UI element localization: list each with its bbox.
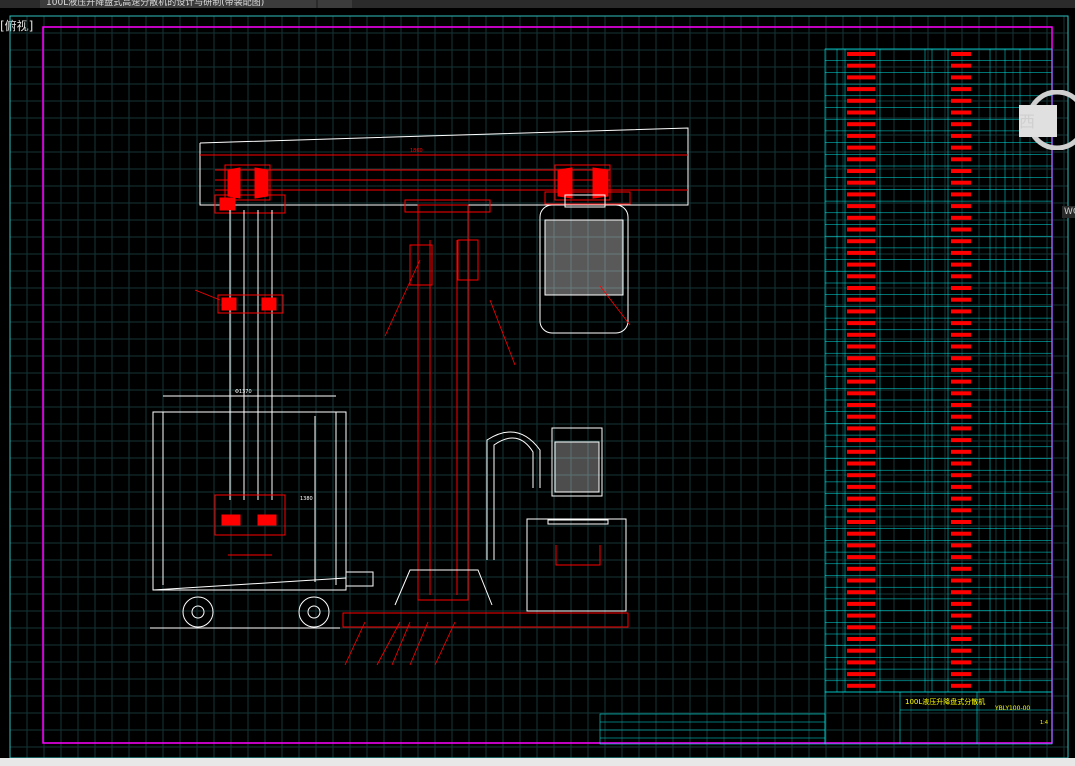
title-block-drawing-no: YBLY100-00 bbox=[994, 705, 1030, 712]
left-bearing bbox=[217, 294, 284, 314]
title-block-name: 100L液压升降盘式分散机 bbox=[905, 697, 985, 706]
caster-wheels bbox=[182, 596, 330, 628]
tank bbox=[152, 411, 374, 591]
drawing-grid bbox=[9, 15, 1068, 758]
outer-border bbox=[9, 15, 1069, 758]
top-beam bbox=[199, 127, 689, 206]
title-block-scale: 1:4 bbox=[1040, 720, 1048, 726]
viewcube-face-label[interactable]: 西 bbox=[1019, 108, 1035, 132]
main-motor bbox=[539, 194, 629, 334]
dim-top-text: 1860 bbox=[410, 148, 423, 154]
dim-tank-width-text: Φ1370 bbox=[235, 389, 252, 395]
dispersion-disc bbox=[214, 494, 286, 556]
pulley-left bbox=[214, 164, 286, 214]
pump-motor bbox=[486, 427, 603, 560]
document-tab[interactable]: 100L液压升降盘式高速分散机的设计与研制(带装配图) bbox=[40, 0, 316, 8]
dim-tank-height-text: 1380 bbox=[300, 496, 313, 502]
wcs-menu-label[interactable]: WCS bbox=[1062, 206, 1075, 218]
status-bar bbox=[0, 758, 1075, 766]
hydraulic-tank bbox=[526, 518, 627, 612]
tab-bar: 100L液压升降盘式高速分散机的设计与研制(带装配图) bbox=[0, 0, 1075, 8]
center-column bbox=[404, 199, 491, 601]
drawing-frame bbox=[42, 26, 1053, 744]
cad-drawing-canvas[interactable]: 1860 Φ1370 1380 100L液压升降盘式分散机 YBLY100-00… bbox=[0, 8, 1075, 758]
new-tab-button[interactable] bbox=[318, 0, 352, 8]
